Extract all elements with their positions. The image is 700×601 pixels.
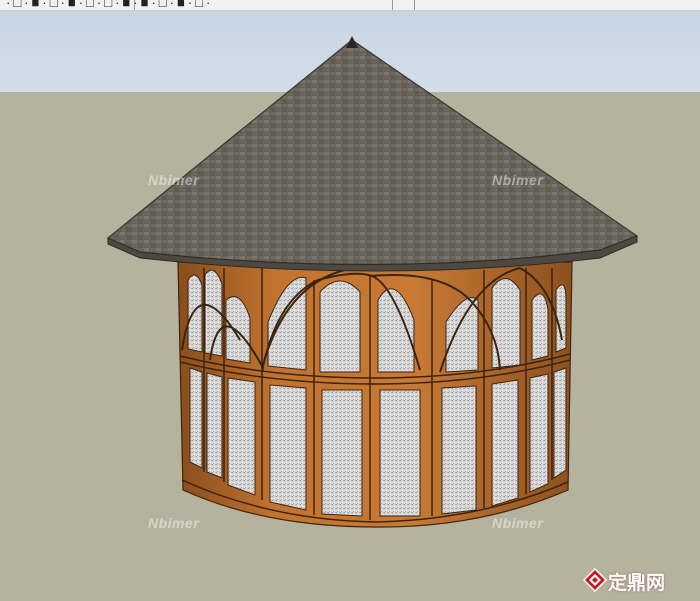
model-viewport[interactable] — [0, 0, 700, 601]
gazebo-roof — [106, 39, 639, 266]
brand-text: 定鼎网 — [608, 573, 666, 594]
brand-diamond-icon — [583, 568, 607, 592]
watermark: Nbimer — [148, 515, 200, 531]
watermark: Nbimer — [492, 515, 544, 531]
roof-finial-icon — [346, 36, 358, 48]
watermark: Nbimer — [492, 172, 544, 188]
watermark: Nbimer — [148, 172, 200, 188]
brand-logo: 定鼎网 — [583, 567, 693, 594]
